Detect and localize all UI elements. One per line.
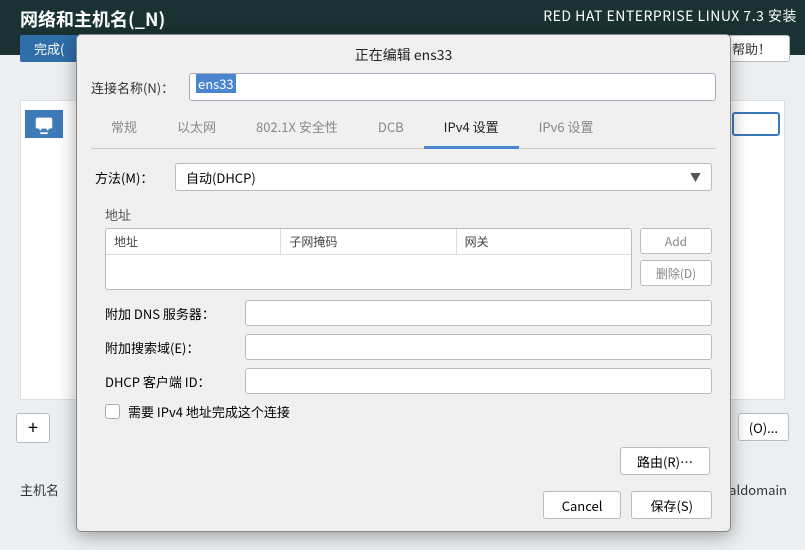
tab-8021x[interactable]: 802.1X 安全性 [236,109,358,148]
settings-tabs: 常规 以太网 802.1X 安全性 DCB IPv4 设置 IPv6 设置 [91,109,716,149]
col-netmask: 子网掩码 [281,229,456,254]
col-address: 地址 [106,229,281,254]
search-domain-label: 附加搜索域(E)： [105,338,245,357]
hostname-label: 主机名 [20,480,59,499]
page-title: 网络和主机名(_N) [20,6,165,32]
dialog-title: 正在编辑 ens33 [77,35,730,73]
dhcp-client-input[interactable] [245,368,712,394]
address-section-label: 地址 [95,205,712,224]
address-table[interactable]: 地址 子网掩码 网关 [105,228,632,290]
edit-connection-dialog: 正在编辑 ens33 连接名称(N)： ens33 常规 以太网 802.1X … [76,34,731,532]
done-button[interactable]: 完成( [20,35,78,62]
add-interface-button[interactable]: + [16,413,50,443]
method-label: 方法(M)： [95,168,175,187]
tab-general[interactable]: 常规 [91,109,157,148]
routes-button[interactable]: 路由(R)… [620,447,710,475]
tab-dcb[interactable]: DCB [358,109,424,148]
connection-name-label: 连接名称(N)： [91,78,189,97]
tab-ipv6[interactable]: IPv6 设置 [519,109,614,148]
configure-button[interactable]: (O)... [738,413,789,441]
add-address-button[interactable]: Add [640,228,712,254]
save-button[interactable]: 保存(S) [631,491,712,519]
tab-ethernet[interactable]: 以太网 [157,109,236,148]
tab-ipv4[interactable]: IPv4 设置 [424,109,519,149]
delete-address-button[interactable]: 删除(D) [640,260,712,286]
search-domain-input[interactable] [245,334,712,360]
ethernet-icon [25,110,63,138]
connection-toggle[interactable] [732,112,780,136]
col-gateway: 网关 [457,229,631,254]
require-ipv4-checkbox[interactable] [105,404,120,419]
method-select[interactable]: 自动(DHCP) ▼ [175,163,712,191]
require-ipv4-label: 需要 IPv4 地址完成这个连接 [128,402,290,421]
dns-label: 附加 DNS 服务器： [105,304,245,323]
cancel-button[interactable]: Cancel [543,491,622,519]
chevron-down-icon: ▼ [690,169,701,185]
dhcp-client-label: DHCP 客户端 ID： [105,372,245,391]
connection-name-input[interactable]: ens33 [189,73,716,101]
dns-input[interactable] [245,300,712,326]
distro-subtitle: RED HAT ENTERPRISE LINUX 7.3 安装 [543,6,797,26]
